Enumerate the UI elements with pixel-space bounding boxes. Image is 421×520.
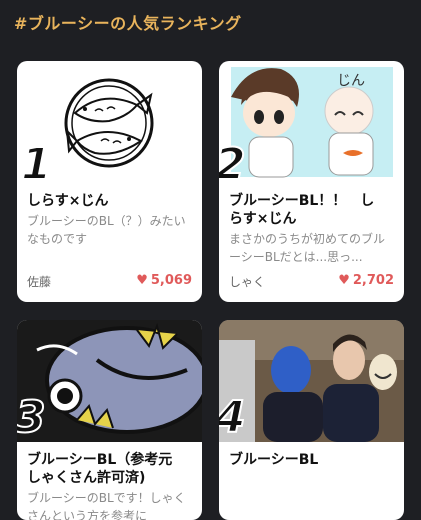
rank-number: 3 <box>17 391 47 444</box>
card-description: ブルーシーのBL（？）みたいなものです <box>27 214 186 246</box>
heart-icon: ♥ <box>136 273 148 288</box>
ranking-card-4[interactable]: 4 ブルーシーBL <box>219 320 404 520</box>
ranking-card-3[interactable]: 3 ブルーシーBL（参考元 しゃくさん許可済) ブルーシーのBLです！しゃくさん… <box>17 320 202 520</box>
thumbnail-image <box>219 320 404 442</box>
thumbnail-image: じん <box>219 61 404 183</box>
card-title: ブルーシーBL（参考元 しゃくさん許可済) <box>27 452 173 486</box>
rank-number: 2 <box>219 138 247 191</box>
card-title: ブルーシーBL！！ し らす×じん <box>229 193 375 227</box>
heart-icon: ♥ <box>338 273 350 288</box>
rank-number: 1 <box>20 138 53 191</box>
page-title: #ブルーシーの人気ランキング <box>14 14 242 33</box>
like-count[interactable]: ♥ 2,702 <box>338 273 394 288</box>
ranking-card-1[interactable]: 1 しらす×じん ブルーシーのBL（？）みたいなものです 佐藤 ♥ 5,069 <box>17 61 202 302</box>
card-title: ブルーシーBL <box>229 452 319 468</box>
like-count[interactable]: ♥ 5,069 <box>136 273 192 288</box>
thumbnail-label: じん <box>337 73 365 89</box>
author-name: 佐藤 <box>27 275 52 289</box>
author-name: しゃく <box>229 275 266 289</box>
card-description: まさかのうちが初めてのブルーシーBLだとは...思っ... <box>229 232 386 264</box>
card-title: しらす×じん <box>27 193 109 209</box>
ranking-card-2[interactable]: じん 2 ブルーシーBL！！ し らす×じん まさかのうちが初めてのブルーシーB… <box>219 61 404 302</box>
card-description: ブルーシーのBLです！しゃくさんという方を参考に <box>27 491 186 520</box>
rank-number: 4 <box>219 391 247 444</box>
